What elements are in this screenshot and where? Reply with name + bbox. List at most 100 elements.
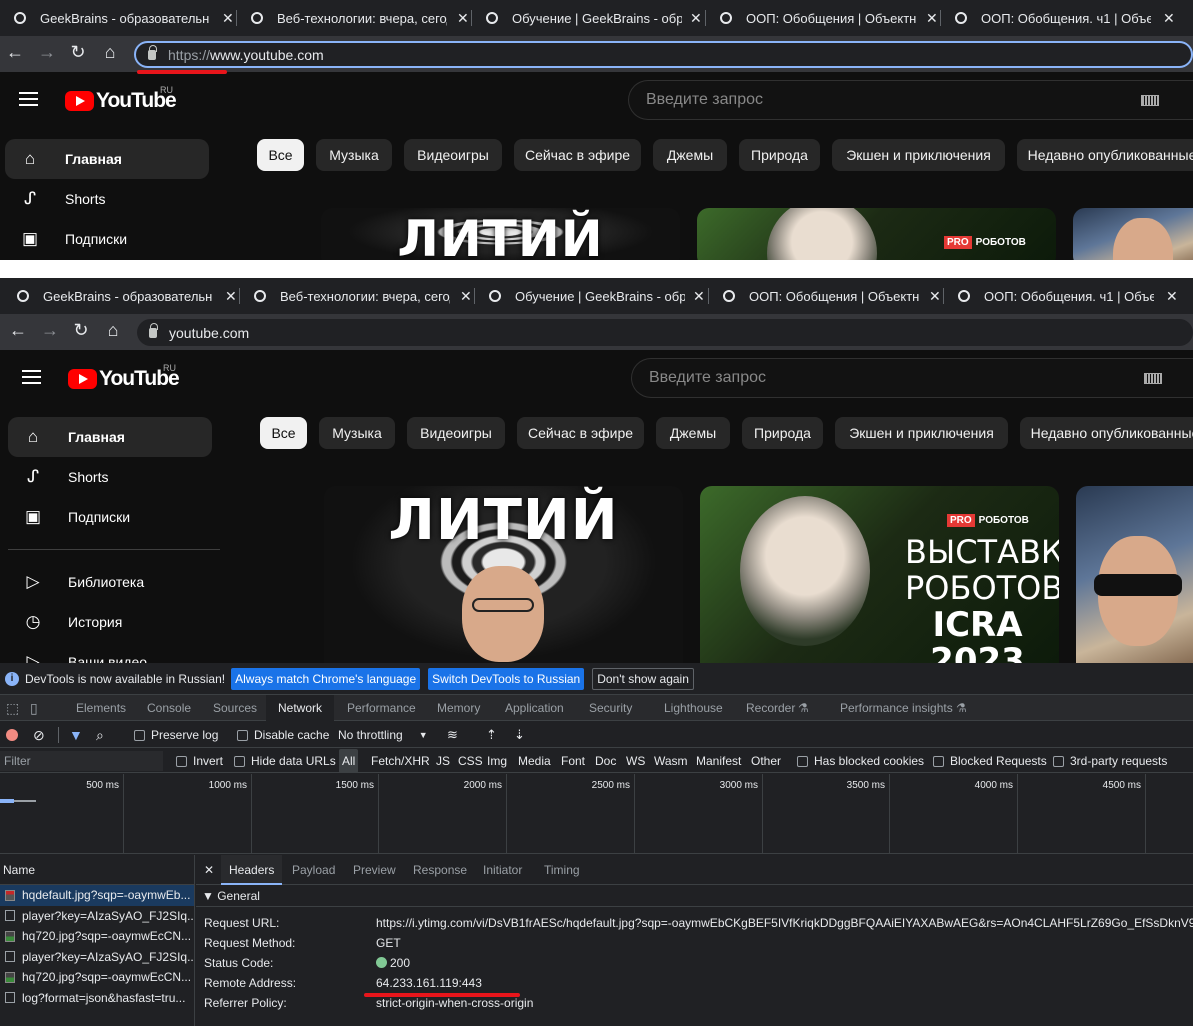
type-filter-doc[interactable]: Doc xyxy=(595,749,616,773)
menu-icon[interactable] xyxy=(19,92,38,106)
search-icon[interactable]: ⌕ xyxy=(96,722,104,748)
browser-tab[interactable]: Обучение | GeekBrains - образ ✕ xyxy=(486,0,702,36)
type-filter-wasm[interactable]: Wasm xyxy=(654,749,688,773)
hide-data-urls-checkbox[interactable]: Hide data URLs xyxy=(234,749,336,773)
tab-application[interactable]: Application xyxy=(505,695,564,721)
address-bar[interactable]: https://www.youtube.com xyxy=(134,41,1193,68)
disable-cache-checkbox[interactable]: Disable cache xyxy=(237,722,329,748)
general-section-header[interactable]: ▼ General xyxy=(196,885,1193,907)
chip-jams[interactable]: Джемы xyxy=(653,139,727,171)
sidebar-item-history[interactable]: ◷ История xyxy=(8,602,212,642)
throttling-select[interactable]: No throttling ▼ xyxy=(338,722,428,748)
address-bar[interactable]: youtube.com xyxy=(137,319,1193,346)
video-thumbnail[interactable]: ЛИТИЙ xyxy=(321,208,680,260)
close-details-icon[interactable]: ✕ xyxy=(204,855,214,885)
network-timeline-overview[interactable]: 500 ms 1000 ms 1500 ms 2000 ms 2500 ms 3… xyxy=(0,774,1193,854)
back-icon[interactable]: ← xyxy=(7,320,29,341)
browser-tab[interactable]: Веб-технологии: вчера, сегодн ✕ xyxy=(254,278,472,314)
close-tab-icon[interactable]: ✕ xyxy=(1163,10,1175,27)
sidebar-item-shorts[interactable]: ᔑ Shorts xyxy=(8,457,212,497)
browser-tab[interactable]: ООП: Обобщения. ч1 | Объект ✕ xyxy=(955,0,1175,36)
tab-response[interactable]: Response xyxy=(413,855,467,885)
has-blocked-cookies-checkbox[interactable]: Has blocked cookies xyxy=(797,749,924,773)
chip-music[interactable]: Музыка xyxy=(319,417,395,449)
reload-icon[interactable]: ↻ xyxy=(67,42,89,63)
browser-tab[interactable]: Веб-технологии: вчера, сегодн ✕ xyxy=(251,0,469,36)
dont-show-again-button[interactable]: Don't show again xyxy=(592,667,694,690)
type-filter-fetch[interactable]: Fetch/XHR xyxy=(371,749,430,773)
tab-lighthouse[interactable]: Lighthouse xyxy=(664,695,723,721)
tab-memory[interactable]: Memory xyxy=(437,695,480,721)
blocked-requests-checkbox[interactable]: Blocked Requests xyxy=(933,749,1047,773)
sidebar-item-your-videos[interactable]: ▷ Ваши видео xyxy=(8,642,212,663)
request-row[interactable]: hq720.jpg?sqp=-oaymwEcCN... xyxy=(0,967,194,988)
chip-all[interactable]: Все xyxy=(260,417,307,449)
name-column-header[interactable]: Name xyxy=(0,855,194,885)
sidebar-item-shorts[interactable]: ᔑ Shorts xyxy=(5,179,209,219)
sidebar-item-library[interactable]: ▷ Библиотека xyxy=(8,562,212,602)
browser-tab[interactable]: ООП: Обобщения. ч1 | Объект ✕ xyxy=(958,278,1178,314)
sidebar-item-home[interactable]: ⌂ Главная xyxy=(5,139,209,179)
browser-tab[interactable]: GeekBrains - образовательный ✕ xyxy=(17,278,237,314)
chip-recent[interactable]: Недавно опубликованные xyxy=(1020,417,1193,449)
request-row[interactable]: log?format=json&hasfast=tru... xyxy=(0,988,194,1009)
youtube-logo[interactable]: YouTube RU xyxy=(65,85,177,113)
close-tab-icon[interactable]: ✕ xyxy=(1166,288,1178,305)
video-thumbnail[interactable] xyxy=(1076,486,1193,663)
close-tab-icon[interactable]: ✕ xyxy=(693,288,705,305)
tab-payload[interactable]: Payload xyxy=(292,855,335,885)
network-conditions-icon[interactable]: ≋ xyxy=(447,722,458,748)
video-thumbnail[interactable] xyxy=(1073,208,1193,260)
video-thumbnail[interactable]: PROРОБОТОВ ВЫСТАВКА РОБОТОВ ICRA 2023 xyxy=(700,486,1059,663)
browser-tab[interactable]: GeekBrains - образовательный ✕ xyxy=(14,0,234,36)
close-tab-icon[interactable]: ✕ xyxy=(929,288,941,305)
menu-icon[interactable] xyxy=(22,370,41,384)
import-har-icon[interactable]: ⇡ xyxy=(486,722,497,748)
sidebar-item-subscriptions[interactable]: ▣ Подписки xyxy=(5,219,209,259)
video-thumbnail[interactable]: ЛИТИЙ xyxy=(324,486,683,663)
tab-sources[interactable]: Sources xyxy=(213,695,257,721)
close-tab-icon[interactable]: ✕ xyxy=(457,10,469,27)
always-match-language-button[interactable]: Always match Chrome's language xyxy=(231,667,421,690)
tab-performance[interactable]: Performance xyxy=(347,695,416,721)
device-toolbar-icon[interactable]: ▯ xyxy=(30,695,38,721)
video-thumbnail[interactable]: PRO РОБОТОВ xyxy=(697,208,1056,260)
close-tab-icon[interactable]: ✕ xyxy=(460,288,472,305)
keyboard-icon[interactable] xyxy=(1144,373,1162,384)
type-filter-ws[interactable]: WS xyxy=(626,749,645,773)
search-input[interactable] xyxy=(649,369,1129,387)
chip-live[interactable]: Сейчас в эфире xyxy=(517,417,644,449)
tab-performance-insights[interactable]: Performance insights xyxy=(840,695,953,721)
browser-tab[interactable]: ООП: Обобщения | Объектно-о✕ xyxy=(720,0,938,36)
tab-elements[interactable]: Elements xyxy=(76,695,126,721)
chip-all[interactable]: Все xyxy=(257,139,304,171)
back-icon[interactable]: ← xyxy=(4,42,26,63)
search-input[interactable] xyxy=(646,91,1126,109)
filter-input[interactable] xyxy=(0,751,163,771)
record-icon[interactable] xyxy=(6,722,18,748)
browser-tab[interactable]: Обучение | GeekBrains - образ ✕ xyxy=(489,278,705,314)
third-party-requests-checkbox[interactable]: 3rd-party requests xyxy=(1053,749,1167,773)
chip-videogames[interactable]: Видеоигры xyxy=(404,139,502,171)
forward-icon[interactable]: → xyxy=(39,320,61,341)
home-icon[interactable]: ⌂ xyxy=(99,42,121,63)
type-filter-all[interactable]: All xyxy=(339,749,359,773)
tab-preview[interactable]: Preview xyxy=(353,855,396,885)
clear-icon[interactable]: ⊘ xyxy=(33,722,45,748)
type-filter-css[interactable]: CSS xyxy=(458,749,483,773)
type-filter-manifest[interactable]: Manifest xyxy=(696,749,741,773)
filter-icon[interactable]: ▼ xyxy=(69,722,83,748)
sidebar-item-subscriptions[interactable]: ▣ Подписки xyxy=(8,497,212,537)
reload-icon[interactable]: ↻ xyxy=(70,320,92,341)
youtube-logo[interactable]: YouTube RU xyxy=(68,363,180,391)
chip-live[interactable]: Сейчас в эфире xyxy=(514,139,641,171)
tab-recorder[interactable]: Recorder xyxy=(746,695,795,721)
close-tab-icon[interactable]: ✕ xyxy=(222,10,234,27)
tab-timing[interactable]: Timing xyxy=(544,855,580,885)
close-tab-icon[interactable]: ✕ xyxy=(690,10,702,27)
chip-jams[interactable]: Джемы xyxy=(656,417,730,449)
chip-recent[interactable]: Недавно опубликованные xyxy=(1017,139,1193,171)
type-filter-media[interactable]: Media xyxy=(518,749,551,773)
tab-headers[interactable]: Headers xyxy=(221,855,283,885)
request-row[interactable]: player?key=AIzaSyAO_FJ2SIq... xyxy=(0,906,194,927)
